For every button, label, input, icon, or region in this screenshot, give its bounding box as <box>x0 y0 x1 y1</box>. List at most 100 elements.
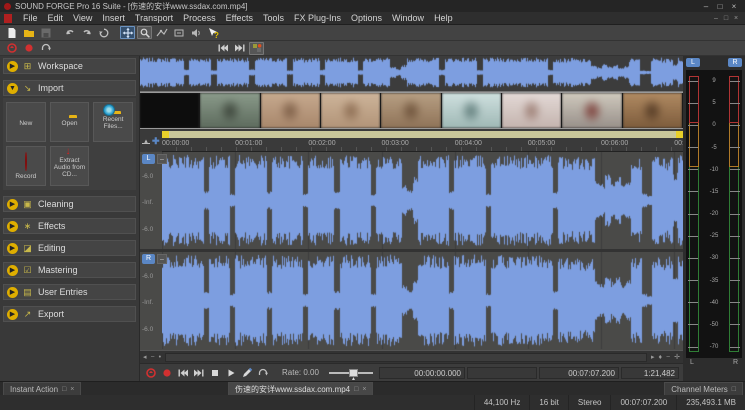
video-frame-thumbnail[interactable] <box>321 93 381 128</box>
window-icon[interactable]: □ <box>732 386 736 393</box>
record-button[interactable] <box>160 366 174 379</box>
window-icon[interactable]: □ <box>62 386 66 393</box>
waveform-editor[interactable]: L – -6.0 -Inf. -6.0 R – -6.0 -Inf. -6.0 <box>140 152 683 350</box>
selection-start-display[interactable]: 00:00:00.000 <box>379 367 465 379</box>
edit-tool-button[interactable] <box>240 366 254 379</box>
tab-document[interactable]: 伤速的安详www.ssdax.com.mp4 □ × <box>228 382 373 395</box>
go-to-end-button[interactable] <box>192 366 206 379</box>
pan-tool-button[interactable] <box>120 26 135 39</box>
sidebar-section-user-entries[interactable]: ▶▤User Entries <box>3 284 136 300</box>
sidebar-section-import[interactable]: ▼↘Import <box>3 80 136 96</box>
tab-instant-action[interactable]: Instant Action □ × <box>3 382 81 395</box>
expand-icon[interactable]: ▶ <box>7 265 18 276</box>
open-button[interactable] <box>21 26 36 39</box>
menu-effects[interactable]: Effects <box>221 13 258 23</box>
go-to-end-button[interactable] <box>232 42 247 55</box>
video-frame-thumbnail[interactable] <box>442 93 502 128</box>
go-to-start-button[interactable] <box>176 366 190 379</box>
sidebar-section-effects[interactable]: ▶∗Effects <box>3 218 136 234</box>
right-channel-button[interactable]: R <box>142 254 155 264</box>
right-channel-minimize-button[interactable]: – <box>157 254 167 264</box>
selection-end-display[interactable] <box>467 367 537 379</box>
tab-channel-meters[interactable]: Channel Meters □ <box>664 382 743 395</box>
loop-playback-button[interactable] <box>38 42 53 55</box>
video-frame-thumbnail[interactable] <box>261 93 321 128</box>
horizontal-scrollbar[interactable] <box>165 353 647 362</box>
new-file-button[interactable] <box>4 26 19 39</box>
menu-fx-plug-ins[interactable]: FX Plug-Ins <box>289 13 346 23</box>
loop-end-handle[interactable] <box>676 131 683 138</box>
extract-audio-from-cd--button[interactable]: ↓Extract Audio from CD... <box>50 146 90 186</box>
record-remote-button[interactable] <box>144 366 158 379</box>
loop-playback-button[interactable] <box>256 366 270 379</box>
restore-icon[interactable]: □ <box>354 386 358 393</box>
zoom-normal-icon[interactable]: ♦ <box>658 354 662 361</box>
expand-icon[interactable]: ▶ <box>7 221 18 232</box>
add-marker-icon[interactable]: ✚ <box>152 137 160 146</box>
left-channel-button[interactable]: L <box>142 154 155 164</box>
samples-display[interactable]: 1:21,482 <box>621 367 679 379</box>
zoom-in-icon[interactable]: ✛ <box>674 353 680 361</box>
redo-button[interactable] <box>79 26 94 39</box>
overview-waveform[interactable] <box>140 56 683 92</box>
expand-icon[interactable]: ▶ <box>7 243 18 254</box>
left-channel-minimize-button[interactable]: – <box>157 154 167 164</box>
expand-icon[interactable]: ▶ <box>7 61 18 72</box>
video-frame-thumbnail[interactable] <box>562 93 622 128</box>
event-tool-button[interactable] <box>171 26 186 39</box>
menu-edit[interactable]: Edit <box>43 13 69 23</box>
repeat-button[interactable] <box>96 26 111 39</box>
close-icon[interactable]: × <box>70 386 74 393</box>
loop-region-bar[interactable] <box>162 131 683 138</box>
video-frame-thumbnail[interactable] <box>502 93 562 128</box>
menu-tools[interactable]: Tools <box>258 13 289 23</box>
collapse-icon[interactable]: ▼ <box>7 83 18 94</box>
stop-button[interactable] <box>208 366 222 379</box>
new-button[interactable]: New <box>6 102 46 142</box>
meter-right-button[interactable]: R <box>728 58 742 67</box>
level-meter[interactable]: 950-5-10-15-20-25-30-35-40-50-70 <box>686 70 742 358</box>
expand-icon[interactable]: ▶ <box>7 309 18 320</box>
maximize-button[interactable]: □ <box>713 2 727 11</box>
play-button[interactable] <box>224 366 238 379</box>
open-button[interactable]: Open <box>50 102 90 142</box>
mdi-close-button[interactable]: × <box>731 15 741 22</box>
close-icon[interactable]: × <box>362 386 366 393</box>
rate-slider[interactable]: ▲ <box>329 368 373 378</box>
video-frame-thumbnail[interactable] <box>140 93 200 128</box>
menu-window[interactable]: Window <box>387 13 429 23</box>
zoom-out-time-icon[interactable]: − <box>151 354 155 361</box>
recent-files--button[interactable]: Recent Files... <box>93 102 133 142</box>
sidebar-section-editing[interactable]: ▶◪Editing <box>3 240 136 256</box>
video-filmstrip[interactable] <box>140 92 683 129</box>
sidebar-section-export[interactable]: ▶↗Export <box>3 306 136 322</box>
record-button[interactable]: Record <box>6 146 46 186</box>
menu-options[interactable]: Options <box>346 13 387 23</box>
menu-view[interactable]: View <box>68 13 97 23</box>
sidebar-section-cleaning[interactable]: ▶▣Cleaning <box>3 196 136 212</box>
right-channel[interactable]: R – -6.0 -Inf. -6.0 <box>140 252 683 349</box>
mdi-restore-button[interactable]: □ <box>721 15 731 22</box>
loop-start-handle[interactable] <box>162 131 169 138</box>
video-frame-thumbnail[interactable] <box>381 93 441 128</box>
left-channel[interactable]: L – -6.0 -Inf. -6.0 <box>140 152 683 249</box>
scroll-dot-icon[interactable]: • <box>159 354 161 361</box>
record-remote-button[interactable] <box>4 42 19 55</box>
save-button[interactable] <box>38 26 53 39</box>
menu-help[interactable]: Help <box>429 13 458 23</box>
video-frame-thumbnail[interactable] <box>623 93 683 128</box>
time-ruler[interactable]: 00:00:0000:01:0000:02:0000:03:0000:04:00… <box>162 138 683 152</box>
expand-icon[interactable]: ▶ <box>7 287 18 298</box>
magnify-tool-button[interactable] <box>137 26 152 39</box>
menu-transport[interactable]: Transport <box>130 13 178 23</box>
undo-button[interactable] <box>62 26 77 39</box>
zoom-out-icon[interactable]: − <box>666 354 670 361</box>
scroll-right-icon[interactable]: ▸ <box>651 353 655 361</box>
expand-icon[interactable]: ▶ <box>7 199 18 210</box>
menu-process[interactable]: Process <box>178 13 221 23</box>
menu-file[interactable]: File <box>18 13 43 23</box>
menu-insert[interactable]: Insert <box>97 13 130 23</box>
minimize-button[interactable]: – <box>699 2 713 11</box>
whats-this-button[interactable]: ? <box>205 26 220 39</box>
meter-left-button[interactable]: L <box>686 58 700 67</box>
